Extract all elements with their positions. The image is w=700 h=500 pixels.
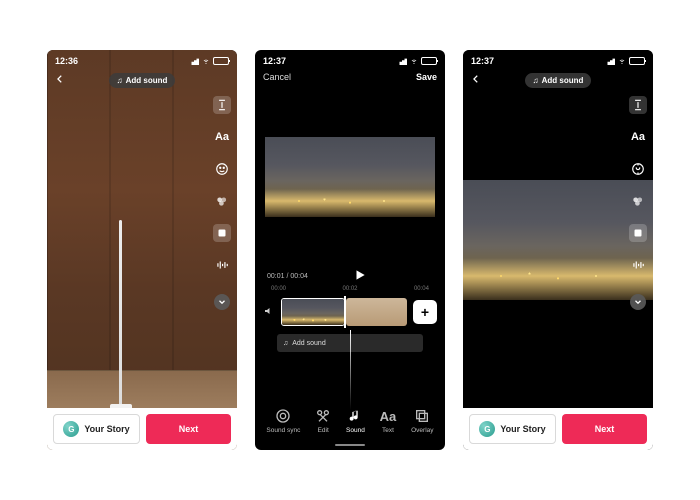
add-sound-label: Add sound: [126, 76, 168, 85]
edit-tool[interactable]: Edit: [315, 408, 331, 434]
collapse-tools-button[interactable]: [214, 294, 230, 310]
next-label: Next: [595, 424, 615, 434]
next-button[interactable]: Next: [562, 414, 647, 444]
playback-row: 00:01 / 00:04: [255, 262, 445, 286]
video-preview[interactable]: [265, 92, 435, 262]
battery-icon: [213, 57, 229, 65]
add-sound-button[interactable]: ♫ Add sound: [109, 73, 176, 88]
privacy-icon[interactable]: [213, 224, 231, 242]
clip-2[interactable]: [346, 298, 408, 326]
wifi-icon: [201, 57, 211, 65]
save-button[interactable]: Save: [416, 72, 437, 82]
signal-icon: [605, 57, 615, 65]
side-toolbar: Aa: [629, 96, 647, 310]
city-frame: [463, 180, 653, 300]
home-indicator: [335, 444, 365, 446]
your-story-button[interactable]: G Your Story: [469, 414, 556, 444]
add-sound-strip-label: Add sound: [292, 340, 325, 347]
standing-object: [119, 220, 122, 410]
your-story-label: Your Story: [500, 424, 545, 434]
editor-screen: 12:37 Cancel Save 00:01 / 00:04 00:00 00…: [255, 50, 445, 450]
music-note-icon: ♫: [283, 340, 288, 347]
status-indicators: [605, 57, 645, 65]
bottom-action-bar: G Your Story Next: [463, 408, 653, 450]
battery-icon: [421, 57, 437, 65]
story-avatar: G: [63, 421, 79, 437]
cancel-button[interactable]: Cancel: [263, 72, 291, 82]
music-note-icon: ♫: [117, 76, 123, 85]
media-preview: [47, 50, 237, 450]
media-preview: [463, 50, 653, 450]
next-button[interactable]: Next: [146, 414, 231, 444]
text-tool-icon[interactable]: Aa: [629, 128, 647, 146]
collapse-tools-button[interactable]: [630, 294, 646, 310]
side-toolbar: Aa: [213, 96, 231, 310]
music-note-icon: ♫: [533, 76, 539, 85]
city-frame: [265, 137, 435, 217]
volume-icon[interactable]: [263, 305, 275, 319]
preview-screen-city: 12:37 ♫ Add sound Aa G Your Story Next: [463, 50, 653, 450]
timeline[interactable]: +: [255, 294, 445, 330]
playback-time: 00:01 / 00:04: [267, 273, 308, 280]
stickers-icon[interactable]: [629, 160, 647, 178]
overlay-tool[interactable]: Overlay: [411, 408, 433, 434]
add-sound-button[interactable]: ♫ Add sound: [525, 73, 592, 88]
next-label: Next: [179, 424, 199, 434]
bottom-action-bar: G Your Story Next: [47, 408, 237, 450]
sound-sync-tool[interactable]: Sound sync: [266, 408, 300, 434]
top-bar: ♫ Add sound: [463, 68, 653, 92]
audio-edit-icon[interactable]: [629, 256, 647, 274]
add-clip-button[interactable]: +: [413, 300, 437, 324]
timeline-ticks: 00:00 00:02 00:04: [255, 286, 445, 292]
status-time: 12:37: [471, 56, 494, 66]
play-button[interactable]: [353, 268, 367, 284]
wifi-icon: [409, 57, 419, 65]
back-button[interactable]: [55, 72, 65, 88]
text-tool[interactable]: Aa Text: [380, 409, 397, 434]
your-story-label: Your Story: [84, 424, 129, 434]
effects-icon[interactable]: [213, 192, 231, 210]
flip-icon[interactable]: [213, 96, 231, 114]
playhead[interactable]: [344, 296, 346, 328]
effects-icon[interactable]: [629, 192, 647, 210]
text-tool-icon[interactable]: Aa: [213, 128, 231, 146]
signal-icon: [189, 57, 199, 65]
battery-icon: [629, 57, 645, 65]
status-indicators: [397, 57, 437, 65]
add-sound-label: Add sound: [542, 76, 584, 85]
status-time: 12:37: [263, 56, 286, 66]
flip-icon[interactable]: [629, 96, 647, 114]
clip-1[interactable]: [281, 298, 345, 326]
status-bar: 12:36: [47, 50, 237, 68]
callout-line: [350, 330, 351, 410]
wifi-icon: [617, 57, 627, 65]
story-avatar: G: [479, 421, 495, 437]
privacy-icon[interactable]: [629, 224, 647, 242]
sound-tool[interactable]: Sound: [346, 408, 365, 434]
audio-edit-icon[interactable]: [213, 256, 231, 274]
your-story-button[interactable]: G Your Story: [53, 414, 140, 444]
top-bar: ♫ Add sound: [47, 68, 237, 92]
status-time: 12:36: [55, 56, 78, 66]
back-button[interactable]: [471, 72, 481, 88]
status-bar: 12:37: [463, 50, 653, 68]
status-bar: 12:37: [255, 50, 445, 68]
signal-icon: [397, 57, 407, 65]
status-indicators: [189, 57, 229, 65]
preview-screen-wood: 12:36 ♫ Add sound Aa G Your Story Next: [47, 50, 237, 450]
play-controls: [353, 268, 367, 284]
clip-strip[interactable]: [281, 298, 407, 326]
stickers-icon[interactable]: [213, 160, 231, 178]
top-bar: Cancel Save: [255, 68, 445, 86]
